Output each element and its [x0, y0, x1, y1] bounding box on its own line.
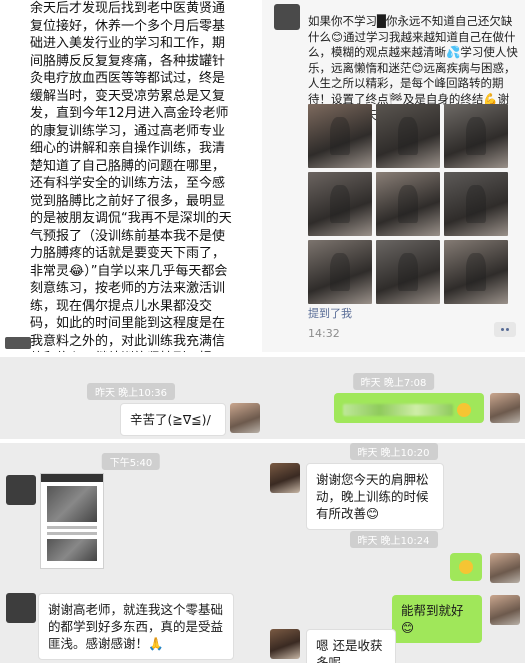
- sender-avatar[interactable]: [6, 475, 36, 505]
- moments-post-panel: 如果你不学习█你永远不知道自己还欠缺什么😊通过学习我越来越知道自己在做什么，模糊…: [262, 0, 525, 352]
- post-time: 14:32: [308, 327, 340, 340]
- photo-grid: [308, 104, 518, 304]
- grin-emoji-icon: [459, 560, 473, 574]
- blurred-text: [343, 403, 453, 416]
- sender-avatar[interactable]: [6, 593, 36, 623]
- teacher-avatar[interactable]: [270, 629, 300, 659]
- user-avatar[interactable]: [490, 595, 520, 625]
- teacher-avatar[interactable]: [270, 463, 300, 493]
- sender-avatar[interactable]: [5, 337, 31, 349]
- testimonial-message-panel: 余天后才发现后找到老中医黄贤通复位接好，休养一个多个月后零基础进入美发行业的学习…: [0, 0, 240, 352]
- chat-timestamp: 下午5:40: [101, 453, 161, 470]
- chat-snippet-b: 昨天 晚上7:08: [262, 357, 525, 439]
- chat-snippet-d: 昨天 晚上10:20 谢谢您今天的肩胛松动，晚上训练的时候有所改善😊 昨天 晚上…: [262, 443, 525, 663]
- chat-timestamp: 昨天 晚上10:20: [349, 443, 438, 460]
- training-photo[interactable]: [308, 172, 372, 236]
- blurred-message-bubble[interactable]: [334, 393, 484, 423]
- smile-emoji-icon: [456, 402, 471, 417]
- user-avatar[interactable]: [230, 403, 260, 433]
- testimonial-paragraph: 余天后才发现后找到老中医黄贤通复位接好，休养一个多个月后零基础进入美发行业的学习…: [30, 1, 232, 352]
- chat-timestamp: 昨天 晚上7:08: [352, 373, 435, 390]
- chat-snippet-a: 昨天 晚上10:36 辛苦了(≧∇≦)/: [0, 357, 262, 439]
- training-photo[interactable]: [444, 240, 508, 304]
- training-photo[interactable]: [444, 172, 508, 236]
- user-avatar[interactable]: [490, 553, 520, 583]
- training-photo[interactable]: [308, 104, 372, 168]
- chat-snippet-c: 下午5:40 谢谢高老师，就连我这个零基础的都学到好多东西，真的是受益匪浅。感谢…: [0, 443, 262, 663]
- message-bubble[interactable]: 嗯 还是收获多呢: [306, 629, 396, 663]
- training-photo[interactable]: [444, 104, 508, 168]
- chat-timestamp: 昨天 晚上10:36: [87, 383, 175, 400]
- training-photo[interactable]: [308, 240, 372, 304]
- training-photo[interactable]: [376, 104, 440, 168]
- emoji-message-bubble[interactable]: [450, 553, 482, 581]
- message-bubble[interactable]: 能帮到就好😊: [392, 595, 482, 643]
- mention-label[interactable]: 提到了我: [308, 305, 352, 321]
- message-bubble[interactable]: 谢谢高老师，就连我这个零基础的都学到好多东西，真的是受益匪浅。感谢感谢！🙏: [38, 593, 234, 660]
- poster-avatar[interactable]: [274, 4, 300, 30]
- training-photo[interactable]: [376, 172, 440, 236]
- message-bubble[interactable]: 谢谢您今天的肩胛松动，晚上训练的时候有所改善😊: [306, 463, 444, 530]
- chat-timestamp: 昨天 晚上10:24: [349, 531, 438, 548]
- more-options-icon[interactable]: [494, 322, 516, 337]
- message-bubble[interactable]: 辛苦了(≧∇≦)/: [120, 403, 226, 436]
- shared-screenshot-image[interactable]: [40, 473, 104, 569]
- user-avatar[interactable]: [490, 393, 520, 423]
- training-photo[interactable]: [376, 240, 440, 304]
